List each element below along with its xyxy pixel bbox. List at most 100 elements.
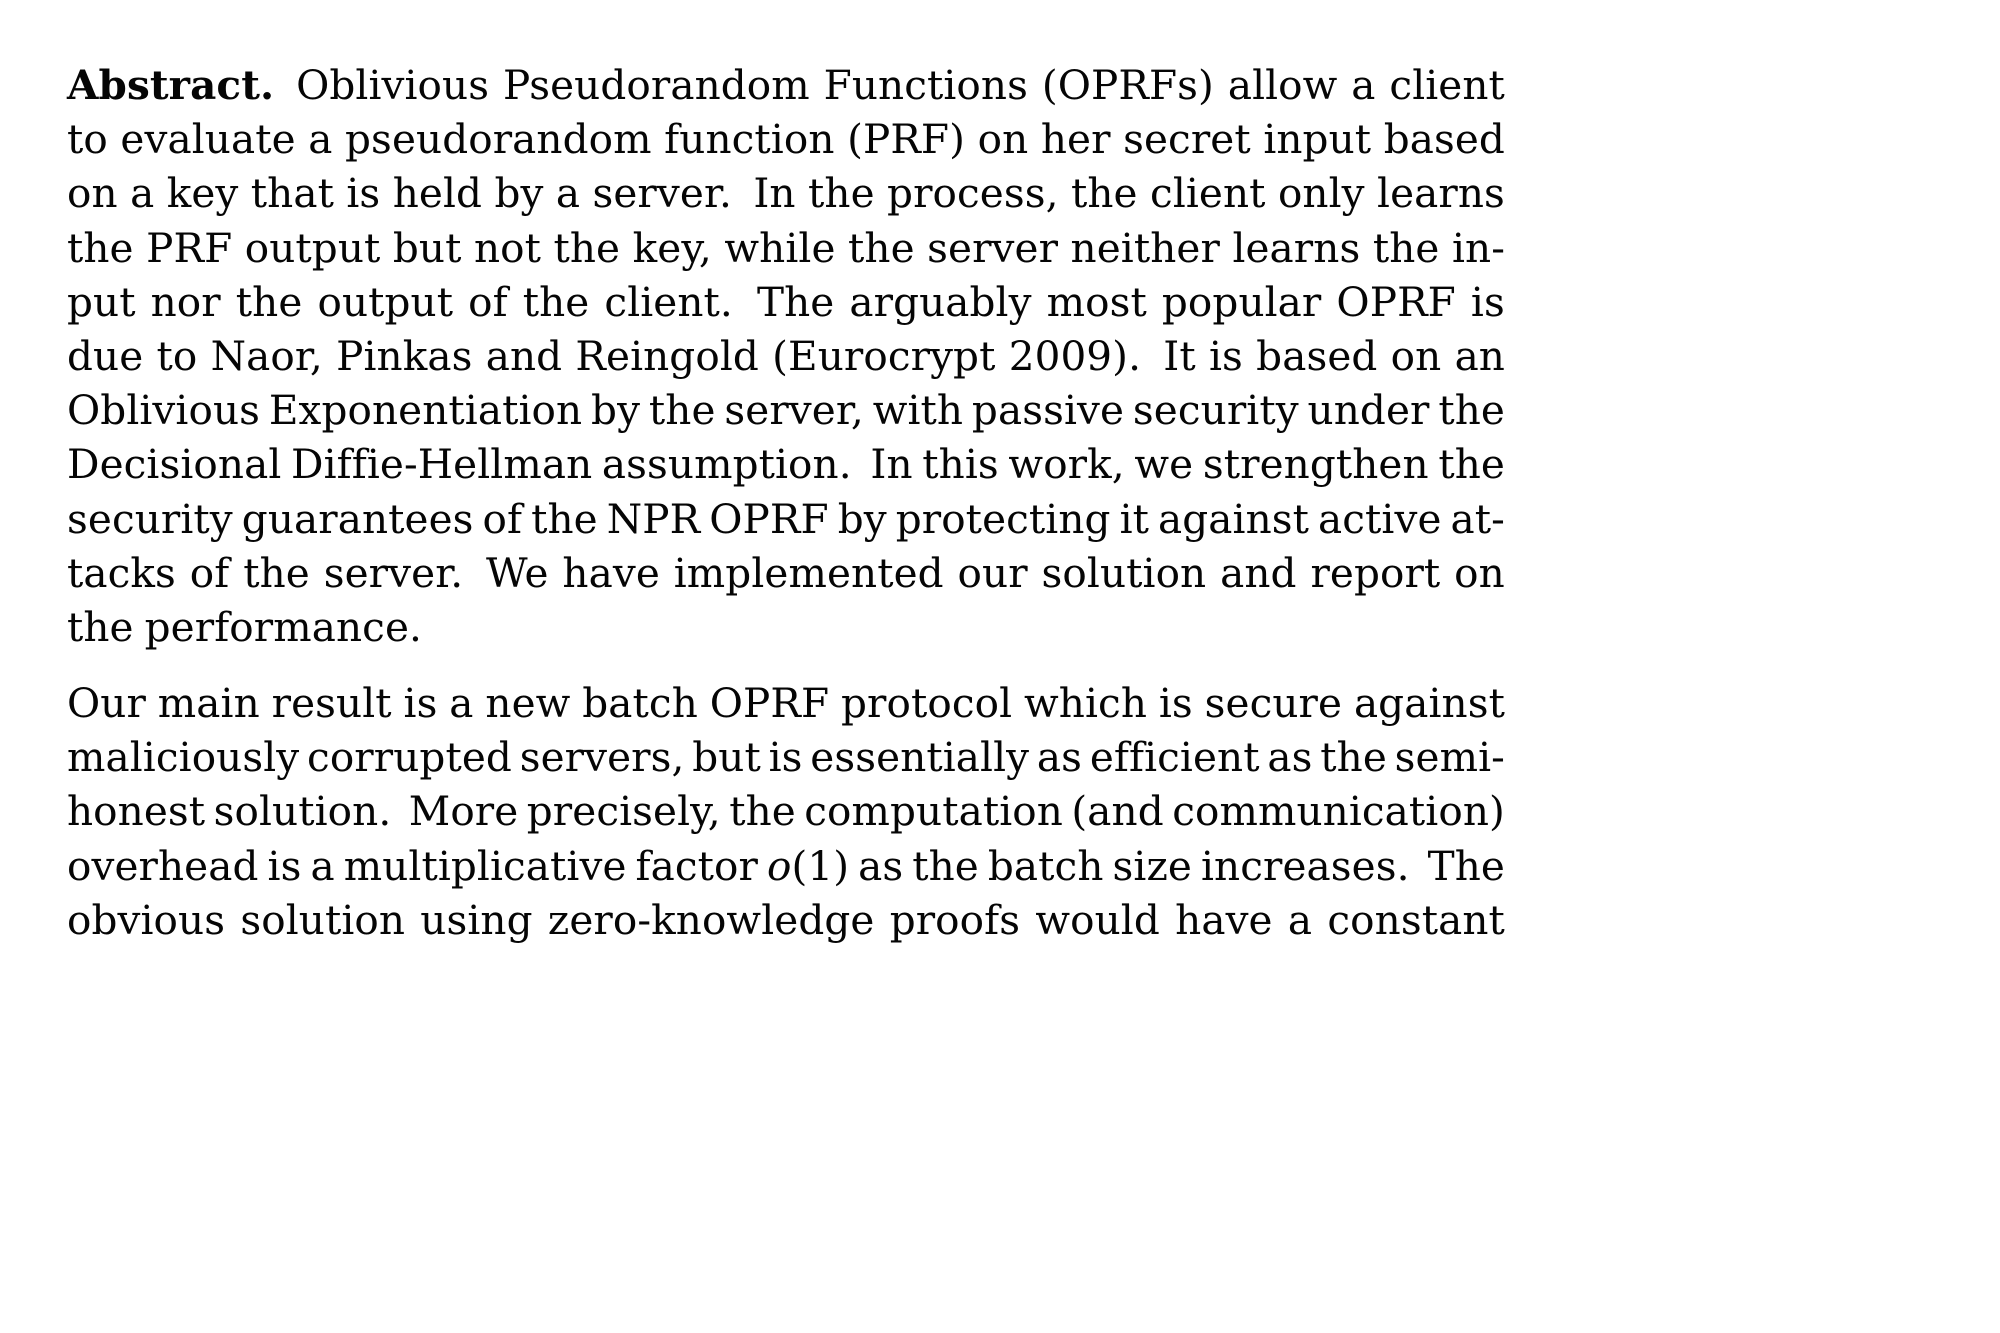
word: the <box>235 277 303 326</box>
word: key, <box>632 223 712 272</box>
word: The <box>756 277 835 326</box>
word: implemented <box>673 548 944 597</box>
word: the <box>912 841 979 890</box>
word: that <box>250 169 334 218</box>
word: allow <box>1227 61 1338 109</box>
word: function <box>664 115 835 164</box>
word: learns <box>1377 169 1505 218</box>
math-expression: o(1) <box>767 839 849 893</box>
text-line: due to Naor, Pinkas and Reingold (Eurocrypt 200… <box>67 329 1505 383</box>
word: The <box>1427 841 1505 890</box>
word: batch <box>987 841 1104 890</box>
word: by <box>837 494 887 543</box>
word: and <box>1220 548 1297 597</box>
word: client <box>1150 169 1266 218</box>
word: protecting <box>895 494 1111 543</box>
word: the <box>67 602 134 651</box>
word: against <box>1158 494 1310 543</box>
word: communication) <box>1172 787 1505 836</box>
text-line: on a key that is held by a server. In the process, t… <box>67 166 1505 220</box>
word: in- <box>1451 223 1505 272</box>
word: OPRF <box>709 679 830 728</box>
word: the <box>729 787 796 836</box>
word: held <box>392 169 483 218</box>
abstract-label: Abstract. <box>67 61 275 109</box>
text-line: Abstract. Oblivious Pseudorandom Functions (… <box>67 58 1505 112</box>
word: server <box>927 223 1059 272</box>
text-line: obvious solution using zero-knowledge proofs… <box>67 893 1505 947</box>
word: It <box>1163 331 1196 380</box>
word: (and <box>1071 787 1164 836</box>
word: to <box>67 115 108 164</box>
word: output <box>244 223 381 272</box>
word: proofs <box>889 895 1021 944</box>
word: 2009). <box>1008 331 1142 380</box>
word: work, <box>1008 440 1125 489</box>
word: as <box>858 841 904 890</box>
word: is <box>346 169 381 218</box>
text-line: security guarantees of the NPR OPRF by protecti… <box>67 492 1505 546</box>
word: size <box>1112 841 1192 890</box>
text-line: honest solution. More precisely, the computat… <box>67 784 1505 838</box>
word: which <box>1024 679 1148 728</box>
word: client. <box>604 277 733 326</box>
word: essentially <box>810 733 1030 782</box>
text-line: the PRF output but not the key, while the server n… <box>67 221 1505 275</box>
word: a <box>1351 61 1376 109</box>
document-page: Abstract. Oblivious Pseudorandom Functions(… <box>0 0 2000 1333</box>
word: tacks <box>67 548 176 597</box>
word: constant <box>1327 895 1505 944</box>
word: a <box>1287 895 1313 944</box>
word: not <box>473 223 542 272</box>
word: a <box>310 841 335 890</box>
word: (Eurocrypt <box>772 331 996 380</box>
word: the <box>243 548 310 597</box>
word: the <box>531 494 598 543</box>
word: Pinkas <box>336 331 473 380</box>
word: OPRF <box>1336 277 1456 326</box>
word: is <box>267 841 302 890</box>
paragraph-abstract: Abstract. Oblivious Pseudorandom Functions(… <box>67 58 1505 654</box>
word: strengthen <box>1202 440 1429 489</box>
word: passive <box>971 386 1125 435</box>
word: computation <box>804 787 1063 836</box>
word: as <box>1036 733 1083 782</box>
word: zero-knowledge <box>547 895 875 944</box>
word: (PRF) <box>847 115 966 164</box>
word: is <box>768 733 803 782</box>
word: at- <box>1450 494 1505 543</box>
word: a <box>308 115 333 164</box>
text-line: Our main result is a new batch OPRF protocol whic… <box>67 676 1505 730</box>
text-line: the performance. <box>67 600 1505 654</box>
text-line: tacks of the server. We have implemented our sol… <box>67 546 1505 600</box>
word: We <box>486 548 549 597</box>
word: on <box>1454 548 1505 597</box>
word: corrupted <box>307 733 512 782</box>
word: based <box>1383 115 1505 164</box>
word: Decisional <box>67 440 282 489</box>
word: efficient <box>1089 733 1260 782</box>
word: have <box>1175 895 1273 944</box>
word: process, <box>887 169 1059 218</box>
word: input <box>1263 115 1372 164</box>
word: is <box>1470 277 1505 326</box>
word: solution <box>240 895 406 944</box>
word: servers, <box>519 733 685 782</box>
word: her <box>1040 115 1111 164</box>
word: secret <box>1123 115 1251 164</box>
word: Exponentiation <box>268 386 583 435</box>
word: overhead <box>67 841 259 890</box>
word: the <box>1320 733 1387 782</box>
word: on <box>1390 331 1442 380</box>
word: In <box>753 169 796 218</box>
word: batch <box>582 679 698 728</box>
word: the <box>1372 223 1440 272</box>
word: by <box>494 169 544 218</box>
word: key <box>166 169 239 218</box>
word: guarantees <box>241 494 474 543</box>
word: using <box>420 895 533 944</box>
word: we <box>1134 440 1194 489</box>
word: put <box>67 277 136 326</box>
word: it <box>1119 494 1149 543</box>
word: on <box>67 169 118 218</box>
